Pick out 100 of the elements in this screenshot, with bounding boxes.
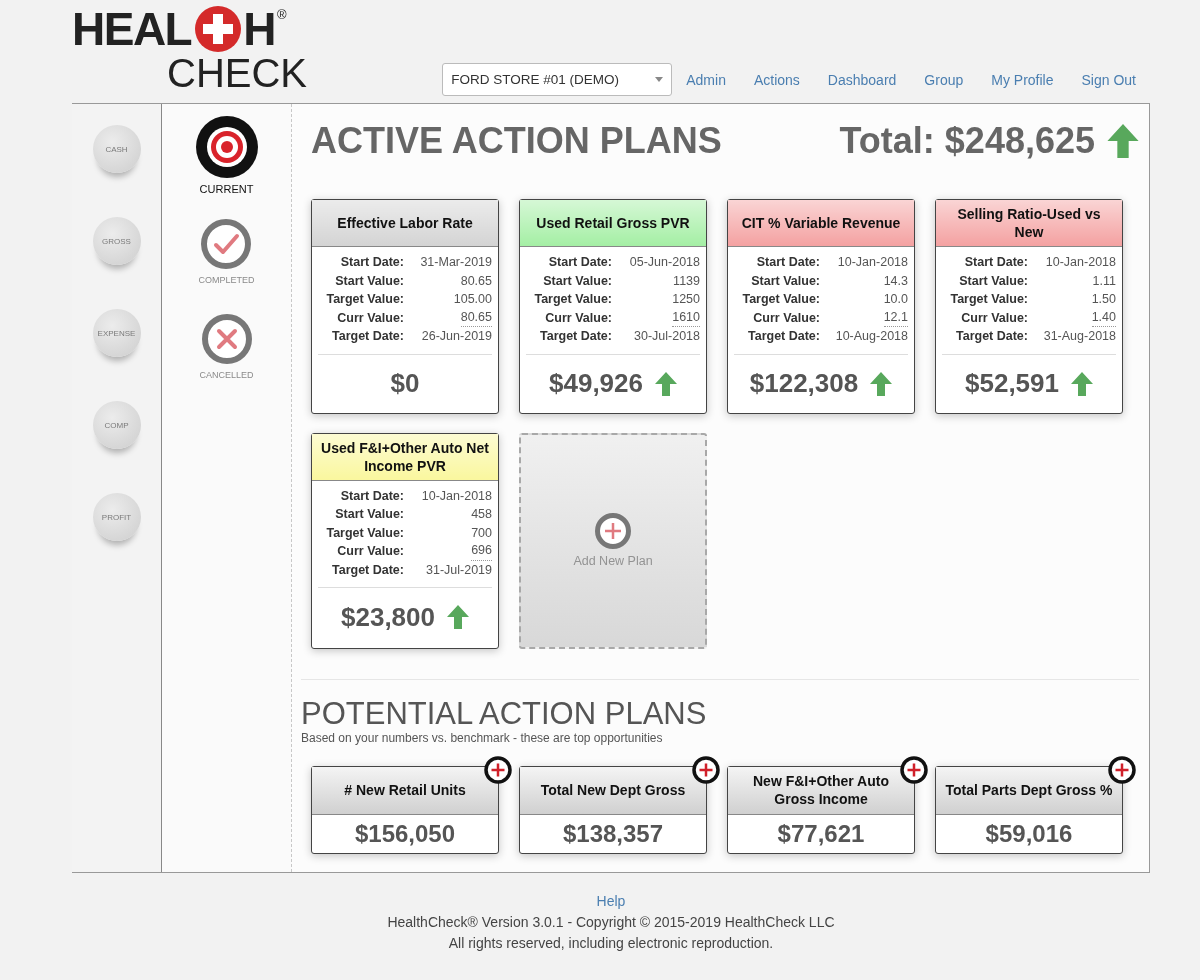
section-title: POTENTIAL ACTION PLANS	[301, 696, 707, 731]
plus-circle-icon[interactable]	[900, 755, 928, 784]
status-filter[interactable]: COMPLETED	[198, 219, 255, 286]
field-value: 10-Jan-2018	[421, 487, 492, 505]
field-value: 1.11	[1092, 272, 1116, 290]
card-header: # New Retail Units	[312, 766, 498, 815]
field-label: Curr Value:	[753, 309, 820, 327]
field-value: 105.00	[453, 291, 492, 308]
field-label: Start Date:	[756, 254, 820, 271]
field-value: 31-Jul-2019	[426, 561, 492, 579]
field-label: Target Value:	[950, 291, 1028, 308]
card-header: New F&I+Other Auto Gross Income	[728, 766, 914, 815]
plan-amount: $52,591	[965, 368, 1059, 399]
plan-amount: $49,926	[549, 368, 643, 399]
field-value: 31-Mar-2019	[420, 254, 492, 271]
add-plan-tile[interactable]: Add New Plan	[519, 432, 707, 649]
field-label: Curr Value:	[337, 309, 404, 327]
field-label: Start Value:	[959, 272, 1028, 290]
field-label: Target Value:	[534, 291, 612, 308]
field-value: 10-Jan-2018	[837, 254, 908, 271]
field-label: Curr Value:	[545, 309, 612, 327]
field-label: Target Date:	[748, 328, 820, 345]
field-label: Start Value:	[751, 272, 820, 290]
plan-amount: $156,050	[353, 818, 457, 849]
store-select[interactable]: FORD STORE #01 (DEMO)	[442, 63, 673, 96]
section-title: ACTIVE ACTION PLANS	[311, 120, 722, 162]
target-icon	[195, 116, 258, 178]
field-label: Start Date:	[340, 254, 404, 271]
category-button[interactable]: CASH	[92, 125, 141, 173]
rights-text: All rights reserved, including electronic reproduction.	[447, 933, 775, 953]
field-label: Target Date:	[332, 328, 404, 345]
logo-text: H	[243, 4, 275, 54]
editable-value[interactable]: 12.1	[883, 308, 908, 327]
field-value: 1.50	[1091, 291, 1116, 308]
plan-amount: $77,621	[776, 818, 866, 849]
plus-circle-icon[interactable]	[484, 755, 512, 784]
plan-amount: $0	[390, 368, 420, 399]
registered-mark: ®	[276, 8, 287, 21]
field-label: Start Value:	[335, 272, 404, 290]
field-value: 1139	[673, 272, 700, 290]
category-button[interactable]: EXPENSE	[92, 309, 141, 357]
nav-link[interactable]: Group	[924, 71, 964, 88]
card-header: Effective Labor Rate	[312, 200, 498, 247]
editable-value[interactable]: 1.40	[1091, 308, 1116, 327]
plus-circle-icon	[595, 512, 631, 549]
total-amount: Total: $248,625	[839, 120, 1095, 162]
nav-link[interactable]: Dashboard	[827, 71, 897, 88]
field-label: Curr Value:	[337, 543, 404, 560]
editable-value[interactable]: 696	[471, 542, 492, 561]
field-value: 26-Jun-2019	[421, 328, 492, 345]
field-label: Start Date:	[548, 254, 612, 271]
card-header: Total New Dept Gross	[520, 766, 706, 815]
field-value: 1250	[672, 291, 700, 308]
plus-circle-icon[interactable]	[692, 755, 720, 784]
field-value: 10-Jan-2018	[1045, 254, 1116, 271]
field-value: 31-Aug-2018	[1043, 328, 1116, 345]
category-button[interactable]: GROSS	[92, 217, 141, 265]
help-link[interactable]: Help	[596, 892, 626, 909]
field-value: 458	[471, 506, 492, 523]
check-circle-icon	[201, 219, 252, 269]
nav-link[interactable]: Sign Out	[1081, 71, 1136, 88]
field-label: Target Date:	[956, 328, 1028, 345]
medical-cross-icon	[195, 6, 242, 52]
field-value: 10.0	[883, 291, 908, 308]
category-button[interactable]: PROFIT	[92, 493, 141, 541]
field-label: Start Date:	[340, 487, 404, 505]
editable-value[interactable]: 1610	[672, 308, 700, 327]
plan-amount: $23,800	[341, 601, 435, 633]
card-header: Total Parts Dept Gross %	[936, 766, 1122, 815]
card-header: CIT % Variable Revenue	[728, 200, 914, 247]
field-label: Curr Value:	[961, 309, 1028, 327]
field-label: Start Value:	[543, 272, 612, 290]
field-value: 700	[471, 524, 492, 542]
field-value: 80.65	[460, 272, 492, 290]
editable-value[interactable]: 80.65	[460, 308, 492, 327]
field-label: Target Value:	[326, 291, 404, 308]
status-filter[interactable]: CURRENT	[195, 116, 258, 195]
section-subtitle: Based on your numbers vs. benchmark - these are top opportunities	[301, 730, 663, 745]
card-header: Used F&I+Other Auto Net Income PVR	[312, 433, 498, 481]
copyright-text: HealthCheck® Version 3.0.1 - Copyright © 2015-2019 HealthCheck LLC	[386, 912, 836, 932]
field-value: 14.3	[883, 272, 908, 290]
category-button[interactable]: COMP	[92, 401, 141, 449]
caret-icon	[655, 77, 664, 82]
nav-link[interactable]: My Profile	[991, 71, 1054, 88]
nav-link[interactable]: Admin	[686, 71, 726, 88]
field-label: Start Value:	[335, 506, 404, 523]
status-filter[interactable]: CANCELLED	[199, 314, 254, 381]
plus-circle-icon[interactable]	[1108, 755, 1136, 784]
nav-link[interactable]: Actions	[753, 71, 800, 88]
card-header: Used Retail Gross PVR	[520, 200, 706, 247]
card-header: Selling Ratio-Used vs New	[936, 200, 1122, 247]
field-value: 30-Jul-2018	[634, 328, 700, 345]
logo-text: HEAL	[72, 4, 192, 54]
field-label: Target Date:	[332, 561, 404, 579]
field-label: Target Value:	[326, 524, 404, 542]
field-label: Start Date:	[964, 254, 1028, 271]
field-label: Target Value:	[742, 291, 820, 308]
logo-subtext: CHECK	[167, 54, 308, 92]
field-value: 10-Aug-2018	[835, 328, 908, 345]
field-value: 05-Jun-2018	[629, 254, 700, 271]
